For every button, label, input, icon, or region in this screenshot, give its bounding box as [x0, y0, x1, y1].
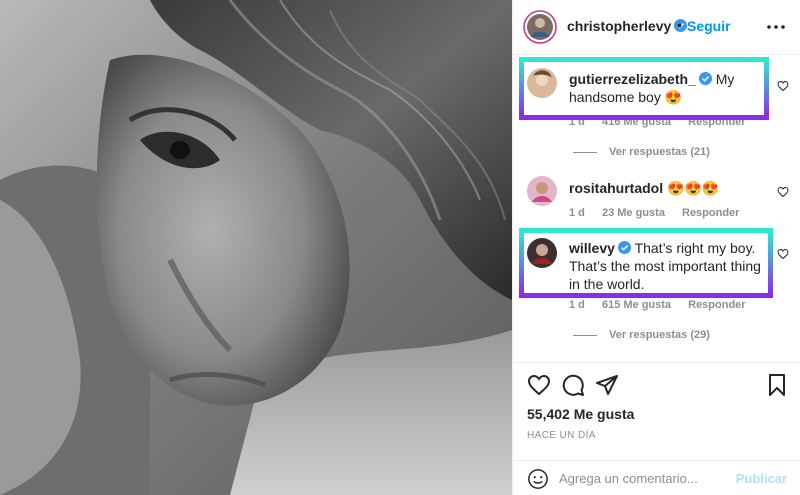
send-icon[interactable]	[595, 373, 619, 397]
replies-line	[573, 334, 597, 336]
comment-input[interactable]	[559, 467, 729, 489]
publish-button[interactable]: Publicar	[736, 471, 787, 486]
comment-icon[interactable]	[561, 373, 585, 397]
separator-dot: •	[677, 17, 682, 33]
comment-body: rositahurtadol 😍😍😍	[569, 179, 769, 197]
comment-meta: 1 d 615 Me gusta Responder	[569, 299, 760, 311]
view-replies-button[interactable]: Ver respuestas (29)	[573, 329, 710, 341]
heart-icon[interactable]	[527, 373, 551, 397]
view-replies-label[interactable]: Ver respuestas (29)	[609, 329, 710, 341]
author-avatar[interactable]	[523, 10, 557, 44]
post-side-panel: christopherlevy • Seguir gutierrezelizab…	[512, 0, 800, 495]
comment-likes[interactable]: 615 Me gusta	[602, 299, 671, 311]
view-replies-button[interactable]: Ver respuestas (21)	[573, 146, 710, 158]
replies-line	[573, 151, 597, 153]
comment-meta: 1 d 23 Me gusta Responder	[569, 207, 753, 219]
view-replies-label[interactable]: Ver respuestas (21)	[609, 146, 710, 158]
more-horizontal-icon[interactable]	[765, 16, 787, 38]
post-actions-bar	[513, 362, 800, 402]
post-photo	[0, 0, 512, 495]
reply-button[interactable]: Responder	[688, 299, 745, 311]
emoji-icon[interactable]	[527, 468, 549, 490]
post-time: HACE UN DÍA	[527, 430, 596, 441]
comment-text: 😍😍😍	[667, 180, 720, 196]
follow-button[interactable]: Seguir	[687, 18, 731, 34]
comment-likes[interactable]: 23 Me gusta	[602, 207, 665, 219]
highlight-box	[519, 228, 773, 298]
author-username[interactable]: christopherlevy	[567, 18, 688, 34]
comment-avatar[interactable]	[527, 176, 557, 206]
comment-username[interactable]: rositahurtadol	[569, 180, 663, 196]
comment-like-heart-icon[interactable]	[777, 186, 789, 198]
highlight-box	[519, 57, 769, 120]
add-comment-bar: Publicar	[513, 460, 800, 495]
post-image	[0, 0, 512, 495]
bookmark-icon[interactable]	[765, 373, 789, 397]
reply-button[interactable]: Responder	[682, 207, 739, 219]
comment-time: 1 d	[569, 207, 585, 219]
likes-count[interactable]: 55,402 Me gusta	[527, 406, 634, 422]
author-username-text[interactable]: christopherlevy	[567, 18, 671, 34]
post-header: christopherlevy • Seguir	[513, 0, 800, 55]
comment-like-heart-icon[interactable]	[777, 248, 789, 260]
comment-like-heart-icon[interactable]	[777, 80, 789, 92]
comment-time: 1 d	[569, 299, 585, 311]
